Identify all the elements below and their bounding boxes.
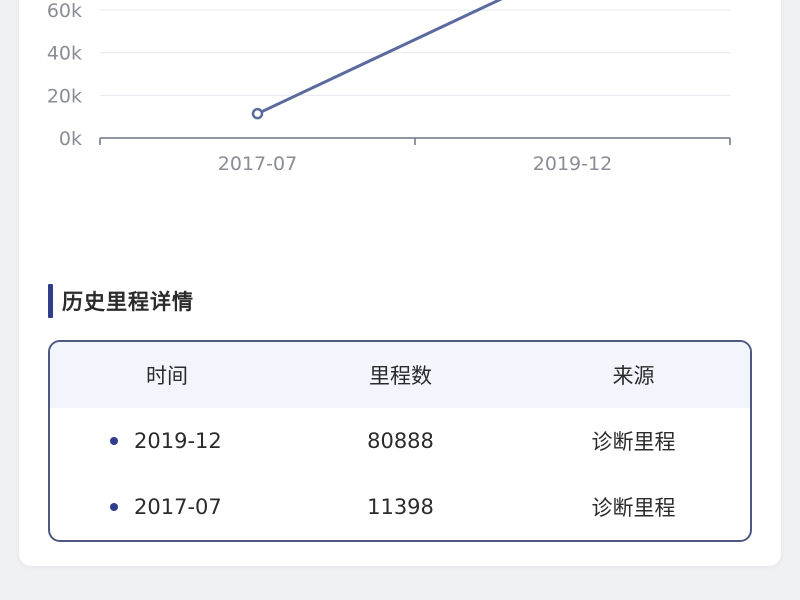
table-cell-time: 2019-12 <box>50 429 284 453</box>
table-cell-mileage: 80888 <box>367 429 434 453</box>
y-tick-label: 60k <box>47 0 82 22</box>
section-accent-bar <box>48 284 53 318</box>
table-header-source: 来源 <box>612 364 655 388</box>
y-tick-label: 0k <box>59 128 82 150</box>
x-tick-label: 2017-07 <box>218 153 297 175</box>
table-header-row: 时间 里程数 来源 <box>50 342 750 408</box>
time-value: 2019-12 <box>134 429 222 453</box>
bullet-dot-icon <box>110 437 118 445</box>
section-title: 历史里程详情 <box>62 290 194 314</box>
table-cell-time: 2017-07 <box>50 495 284 519</box>
section-header: 历史里程详情 <box>48 284 194 318</box>
time-value: 2017-07 <box>134 495 222 519</box>
table-cell-source: 诊断里程 <box>591 430 676 454</box>
mileage-history-table: 时间 里程数 来源 2019-12 80888 诊断里程 2017-07 113… <box>48 340 752 542</box>
y-tick-label: 40k <box>47 43 82 65</box>
table-header-mileage: 里程数 <box>369 364 432 388</box>
table-row: 2019-12 80888 诊断里程 <box>50 408 750 474</box>
table-row: 2017-07 11398 诊断里程 <box>50 474 750 540</box>
table-cell-source: 诊断里程 <box>591 496 676 520</box>
mileage-line-chart: 0k 20k 40k 60k 2017-07 2019-12 <box>47 0 731 175</box>
table-cell-mileage: 11398 <box>367 495 434 519</box>
y-tick-label: 20k <box>47 85 82 107</box>
table-header-time: 时间 <box>146 364 188 388</box>
data-point <box>251 107 264 120</box>
series-line <box>256 0 503 116</box>
bullet-dot-icon <box>110 503 118 511</box>
x-tick-label: 2019-12 <box>533 153 612 175</box>
